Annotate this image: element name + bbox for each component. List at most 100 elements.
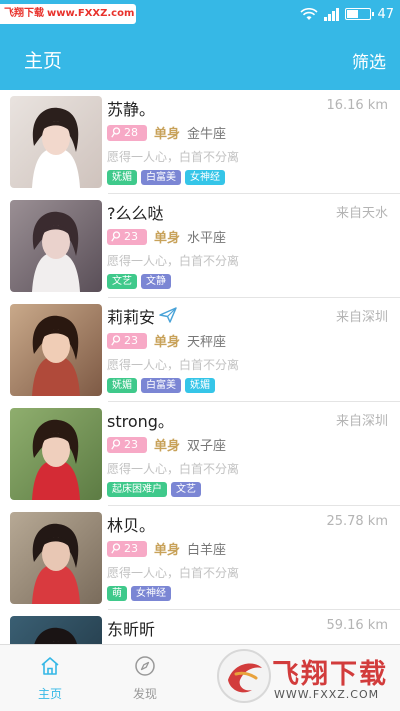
zodiac-sign: 水平座 bbox=[187, 231, 227, 246]
tag: 女神经 bbox=[185, 170, 225, 185]
tag: 白富美 bbox=[141, 378, 181, 393]
marital-status: 单身 bbox=[154, 127, 181, 142]
user-card[interactable]: strong。 来自深圳 23 单身 双子座愿得一人心，白首不分离 起床困难户 文艺 bbox=[0, 402, 400, 506]
page-title: 主页 bbox=[24, 50, 63, 72]
user-card[interactable]: 东昕昕 59.16 km bbox=[0, 610, 400, 644]
marital-status: 单身 bbox=[154, 231, 181, 246]
avatar[interactable] bbox=[10, 616, 102, 644]
avatar[interactable] bbox=[10, 304, 102, 396]
age-badge: 28 bbox=[107, 124, 147, 141]
user-location: 16.16 km bbox=[326, 98, 388, 113]
user-name: 林贝。 bbox=[107, 516, 156, 535]
tag: 妩媚 bbox=[107, 170, 137, 185]
user-card[interactable]: 莉莉安 来自深圳 23 单身 天秤座 愿得一人心，白首不分离 妩媚 白富美 妩媚 bbox=[0, 298, 400, 402]
tag: 文艺 bbox=[171, 482, 201, 497]
app-bar: 主页 筛选 bbox=[0, 28, 400, 90]
user-location: 59.16 km bbox=[326, 618, 388, 633]
user-location: 来自深圳 bbox=[335, 310, 388, 325]
user-name: 莉莉安 bbox=[107, 308, 156, 327]
tag: 妩媚 bbox=[185, 378, 215, 393]
marital-status: 单身 bbox=[154, 439, 181, 454]
user-card[interactable]: ?么么哒 来自天水 23 单身 水平座愿得一人心，白首不分离 文艺 文静 bbox=[0, 194, 400, 298]
user-info-row: 23 单身 水平座 bbox=[107, 228, 227, 246]
female-icon bbox=[111, 439, 121, 450]
female-icon bbox=[111, 231, 121, 242]
user-card[interactable]: 苏静。 16.16 km 28 单身 金牛座愿得一人心，白首不分离 妩媚 白富美 女神经 bbox=[0, 90, 400, 194]
watermark-bottom-text: 飞翔下载 bbox=[272, 659, 388, 690]
zodiac-sign: 双子座 bbox=[187, 439, 227, 454]
tag-list: 妩媚 白富美 女神经 bbox=[107, 170, 225, 185]
watermark-top-brand: 飞翔下载 bbox=[4, 8, 44, 19]
zodiac-sign: 金牛座 bbox=[187, 127, 227, 142]
filter-button[interactable]: 筛选 bbox=[352, 48, 386, 73]
battery-icon bbox=[345, 8, 375, 20]
tag: 妩媚 bbox=[107, 378, 137, 393]
marital-status: 单身 bbox=[154, 335, 181, 350]
age-value: 23 bbox=[124, 230, 138, 243]
tag-list: 文艺 文静 bbox=[107, 274, 171, 289]
avatar[interactable] bbox=[10, 96, 102, 188]
female-icon bbox=[111, 335, 121, 346]
tag: 萌 bbox=[107, 586, 127, 601]
battery-level: 47 bbox=[377, 6, 394, 22]
age-badge: 23 bbox=[107, 436, 147, 453]
user-info-row: 23 单身 天秤座 bbox=[107, 332, 227, 350]
age-value: 23 bbox=[124, 438, 138, 451]
user-info-row: 23 单身 白羊座 bbox=[107, 540, 227, 558]
user-name: ?么么哒 bbox=[107, 204, 164, 223]
avatar[interactable] bbox=[10, 512, 102, 604]
watermark-top: 飞翔下载 www.FXXZ.com bbox=[0, 4, 136, 24]
zodiac-sign: 白羊座 bbox=[187, 543, 227, 558]
age-value: 23 bbox=[124, 542, 138, 555]
user-location: 25.78 km bbox=[326, 514, 388, 529]
watermark-bottom-url: WWW.FXXZ.COM bbox=[274, 688, 380, 701]
tab-home-label: 主页 bbox=[37, 687, 62, 701]
watermark-top-url: www.FXXZ.com bbox=[47, 8, 135, 19]
age-badge: 23 bbox=[107, 228, 147, 245]
status-bar: 飞翔下载 www.FXXZ.com 47 bbox=[0, 0, 400, 28]
age-badge: 23 bbox=[107, 332, 147, 349]
watermark-bottom: 飞翔下载 WWW.FXXZ.COM bbox=[212, 640, 400, 711]
tag: 女神经 bbox=[131, 586, 171, 601]
user-motto: 愿得一人心，白首不分离 bbox=[107, 566, 240, 580]
avatar[interactable] bbox=[10, 408, 102, 500]
tab-discover[interactable]: 发现 bbox=[95, 645, 195, 711]
user-location: 来自深圳 bbox=[335, 414, 388, 429]
tab-discover-label: 发现 bbox=[132, 687, 157, 701]
user-name: strong。 bbox=[107, 412, 174, 431]
status-icons: 47 bbox=[300, 0, 394, 28]
user-list: 苏静。 16.16 km 28 单身 金牛座 愿得一人心，白首不分离 妩媚 白富美 女神经 ?么么… bbox=[0, 90, 400, 644]
tag: 文静 bbox=[141, 274, 171, 289]
tag: 文艺 bbox=[107, 274, 137, 289]
marital-status: 单身 bbox=[154, 543, 181, 558]
tag: 白富美 bbox=[141, 170, 181, 185]
user-location: 来自天水 bbox=[335, 206, 388, 221]
user-info-row: 23 单身 双子座 bbox=[107, 436, 227, 454]
female-icon bbox=[111, 543, 121, 554]
user-motto: 愿得一人心，白首不分离 bbox=[107, 462, 240, 476]
user-card[interactable]: 林贝。 25.78 km 23 单身 白羊座愿得一人心，白首不分离萌女神经 bbox=[0, 506, 400, 610]
zodiac-sign: 天秤座 bbox=[187, 335, 227, 350]
watermark-logo-icon bbox=[217, 649, 271, 703]
home-icon bbox=[41, 657, 59, 675]
tag: 起床困难户 bbox=[107, 482, 167, 497]
user-motto: 愿得一人心，白首不分离 bbox=[107, 254, 240, 268]
signal-icon bbox=[324, 7, 340, 21]
age-value: 28 bbox=[124, 126, 138, 139]
user-motto: 愿得一人心，白首不分离 bbox=[107, 150, 240, 164]
female-icon bbox=[111, 127, 121, 138]
tag-list: 起床困难户 文艺 bbox=[107, 482, 201, 497]
user-name: 东昕昕 bbox=[107, 620, 156, 639]
age-value: 23 bbox=[124, 334, 138, 347]
tab-home[interactable]: 主页 bbox=[0, 645, 100, 711]
user-motto: 愿得一人心，白首不分离 bbox=[107, 358, 240, 372]
tag-list: 萌女神经 bbox=[107, 586, 171, 601]
compass-icon bbox=[135, 656, 155, 676]
avatar[interactable] bbox=[10, 200, 102, 292]
user-name: 苏静。 bbox=[107, 100, 156, 119]
airplane-icon bbox=[159, 307, 177, 323]
user-info-row: 28 单身 金牛座 bbox=[107, 124, 227, 142]
wifi-icon bbox=[300, 7, 319, 21]
age-badge: 23 bbox=[107, 540, 147, 557]
tag-list: 妩媚 白富美 妩媚 bbox=[107, 378, 215, 393]
